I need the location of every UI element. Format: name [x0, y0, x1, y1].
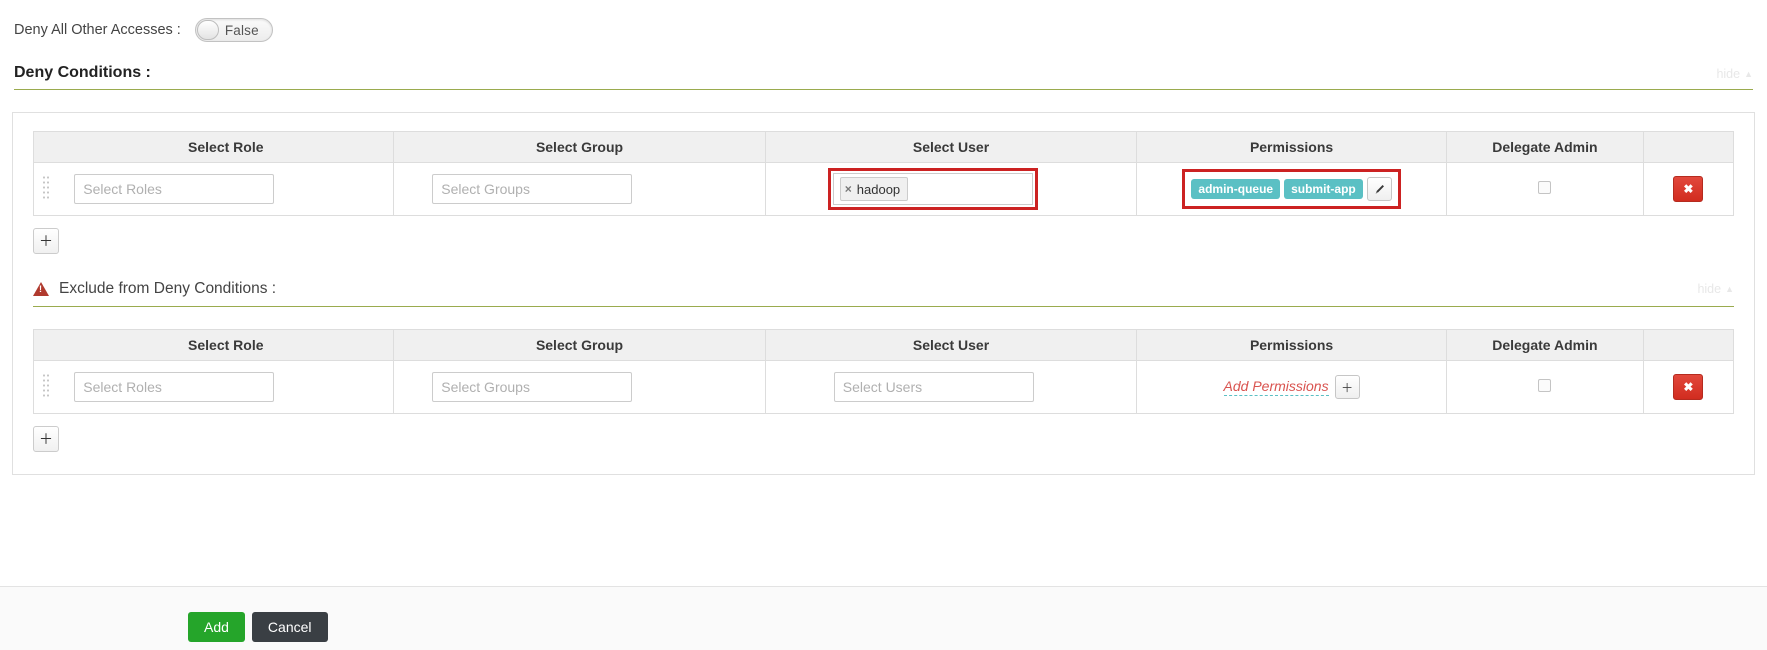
- select-user-highlight: × hadoop: [827, 168, 1038, 210]
- deny-conditions-header: Deny Conditions : hide ▲: [14, 64, 1753, 90]
- add-deny-condition-row-button[interactable]: ＋: [33, 228, 59, 254]
- permissions-box: admin-queue submit-app: [1187, 174, 1396, 204]
- select-roles-input[interactable]: [74, 372, 275, 402]
- header-actions: [1642, 131, 1735, 163]
- deny-all-other-accesses-label: Deny All Other Accesses :: [14, 22, 181, 38]
- deny-conditions-panel: Select Role Select Group Select User Per…: [12, 112, 1755, 475]
- delegate-admin-checkbox[interactable]: [1538, 379, 1552, 392]
- header-actions: [1642, 329, 1735, 361]
- user-tag-label: hadoop: [856, 181, 901, 197]
- edit-permissions-button[interactable]: [1366, 177, 1392, 201]
- exclude-from-deny-header: Exclude from Deny Conditions : hide▲: [33, 280, 1734, 307]
- select-roles-input[interactable]: [74, 174, 275, 204]
- footer-actions: Add Cancel: [188, 612, 328, 642]
- delete-row-button[interactable]: ✖: [1673, 176, 1704, 202]
- cell-select-user: [764, 360, 1138, 414]
- permissions-highlight: admin-queue submit-app: [1182, 169, 1401, 209]
- table-header-row: Select Role Select Group Select User Per…: [33, 329, 1735, 361]
- row-drag-cell: [33, 360, 59, 414]
- add-permissions-button[interactable]: ＋: [1334, 375, 1360, 399]
- add-permissions-link[interactable]: Add Permissions: [1223, 378, 1329, 396]
- warning-triangle-icon: [33, 282, 49, 296]
- header-select-group: Select Group: [393, 329, 766, 361]
- select-groups-input[interactable]: [432, 372, 633, 402]
- cell-select-role: [58, 360, 395, 414]
- exclude-from-deny-hide-link[interactable]: hide ▲: [1697, 282, 1734, 297]
- table-row: × hadoop admin-queue submit-app: [33, 162, 1735, 216]
- header-permissions: Permissions: [1136, 329, 1447, 361]
- add-exclude-row-button[interactable]: ＋: [33, 426, 59, 452]
- deny-conditions-hide-link[interactable]: hide ▲: [1716, 67, 1753, 82]
- cell-actions: ✖: [1642, 360, 1735, 414]
- exclude-from-deny-table: Select Role Select Group Select User Per…: [33, 329, 1735, 414]
- table-header-row: Select Role Select Group Select User Per…: [33, 131, 1735, 163]
- drag-handle-icon[interactable]: [42, 174, 51, 201]
- chevron-up-icon: ▲: [1744, 69, 1753, 79]
- deny-conditions-title: Deny Conditions :: [14, 64, 151, 81]
- cell-select-user: × hadoop: [764, 162, 1138, 216]
- pencil-icon: [1375, 184, 1384, 193]
- chevron-up-icon: ▲: [1725, 283, 1734, 294]
- drag-handle-icon[interactable]: [42, 372, 51, 399]
- exclude-title-wrap: Exclude from Deny Conditions :: [33, 280, 276, 298]
- row-drag-cell: [33, 162, 59, 216]
- user-tag-hadoop[interactable]: × hadoop: [839, 177, 909, 201]
- permission-badge-admin-queue[interactable]: admin-queue: [1191, 179, 1281, 199]
- cell-delegate-admin: [1445, 162, 1644, 216]
- header-select-user: Select User: [764, 329, 1138, 361]
- header-select-user: Select User: [764, 131, 1138, 163]
- drag-column-header: [33, 329, 59, 361]
- cell-select-group: [393, 360, 766, 414]
- header-select-role: Select Role: [58, 329, 395, 361]
- cell-select-role: [58, 162, 395, 216]
- delete-row-button[interactable]: ✖: [1673, 374, 1704, 400]
- add-button[interactable]: Add: [188, 612, 245, 642]
- select-users-input[interactable]: [833, 372, 1034, 402]
- delegate-admin-checkbox[interactable]: [1538, 181, 1552, 194]
- header-delegate-admin: Delegate Admin: [1445, 329, 1644, 361]
- deny-all-other-accesses-toggle[interactable]: False: [194, 18, 273, 42]
- cancel-button[interactable]: Cancel: [251, 612, 328, 642]
- select-groups-input[interactable]: [432, 174, 633, 204]
- header-select-group: Select Group: [393, 131, 766, 163]
- hide-label: hide: [1716, 67, 1741, 81]
- header-permissions: Permissions: [1136, 131, 1447, 163]
- deny-conditions-table: Select Role Select Group Select User Per…: [33, 131, 1735, 216]
- cell-permissions: admin-queue submit-app: [1136, 162, 1447, 216]
- remove-tag-icon[interactable]: ×: [845, 182, 852, 196]
- cell-delegate-admin: [1445, 360, 1644, 414]
- drag-column-header: [33, 131, 59, 163]
- exclude-from-deny-title: Exclude from Deny Conditions :: [59, 280, 277, 297]
- toggle-value-label: False: [224, 22, 259, 38]
- select-users-field[interactable]: × hadoop: [832, 173, 1033, 205]
- header-delegate-admin: Delegate Admin: [1445, 131, 1644, 163]
- header-select-role: Select Role: [58, 131, 395, 163]
- cell-actions: ✖: [1642, 162, 1735, 216]
- cell-permissions: Add Permissions ＋: [1136, 360, 1447, 414]
- table-row: Add Permissions ＋ ✖: [33, 360, 1735, 414]
- cell-select-group: [393, 162, 766, 216]
- deny-all-other-accesses-row: Deny All Other Accesses : False: [0, 0, 1767, 46]
- permission-badge-submit-app[interactable]: submit-app: [1284, 179, 1363, 199]
- hide-label: hide: [1697, 281, 1722, 296]
- toggle-knob: [196, 20, 219, 40]
